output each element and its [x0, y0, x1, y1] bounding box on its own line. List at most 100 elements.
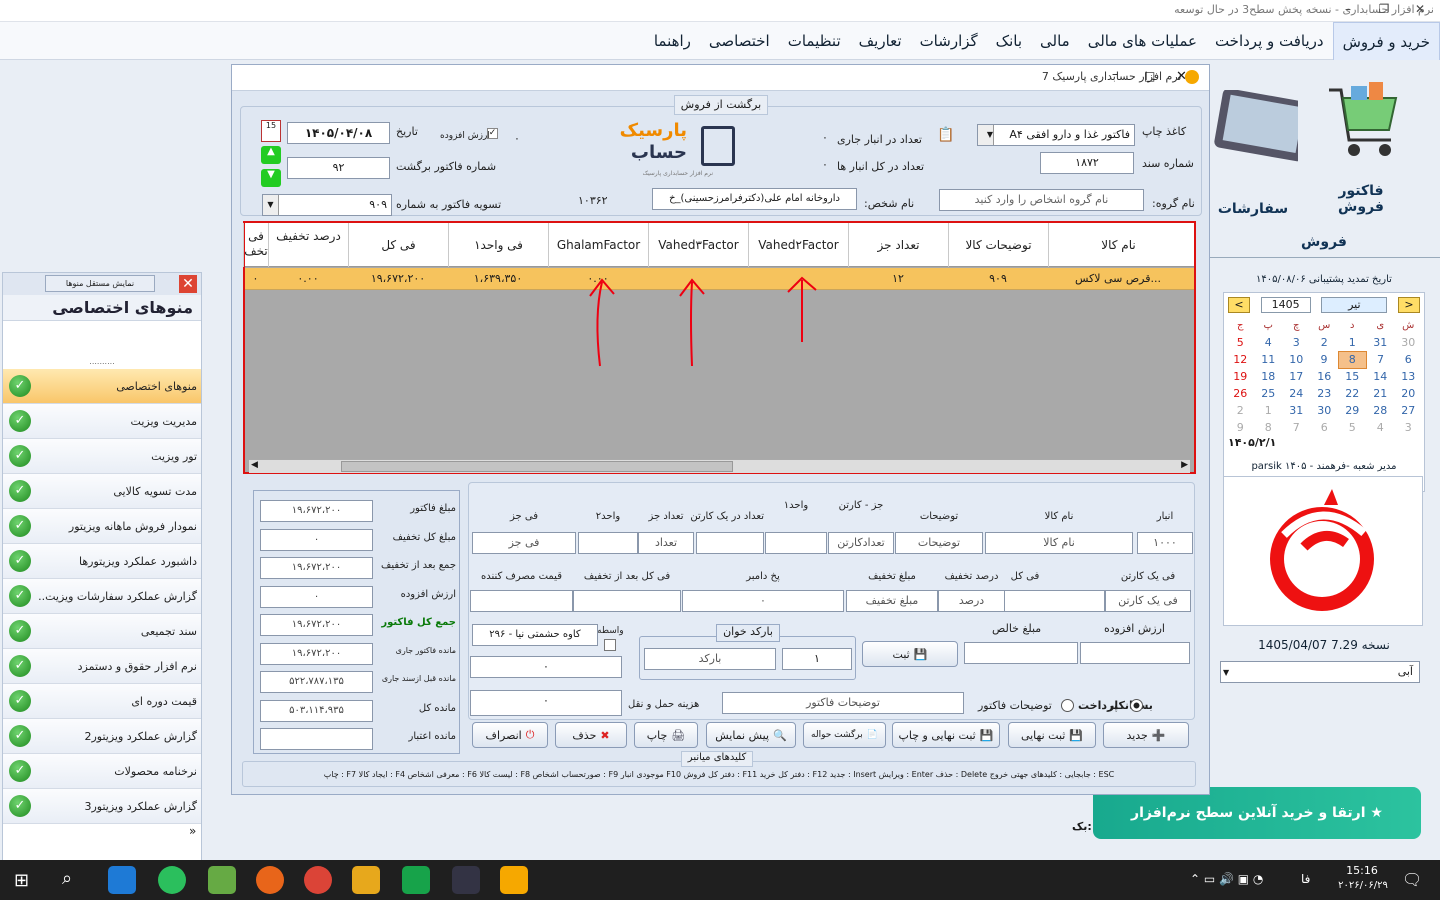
calendar-day[interactable]: 9 — [1310, 351, 1338, 368]
broker-select[interactable]: کاوه حشمتی نیا - ۲۹۶ — [472, 624, 598, 646]
calendar-day[interactable]: 22 — [1338, 385, 1366, 402]
show-menus-button[interactable]: نمایش مستقل منوها — [45, 275, 155, 292]
sidebar-item[interactable]: گزارش عملکرد سفارشات ویزیت... ✓ — [3, 579, 201, 614]
entry-field[interactable]: مبلغ تخفیف — [846, 590, 938, 612]
menu-item-1[interactable]: دریافت و پرداخت — [1206, 22, 1333, 60]
calendar-day[interactable]: 5 — [1338, 419, 1366, 436]
maximize-icon[interactable]: □ — [1144, 69, 1155, 83]
calendar-day[interactable]: 11 — [1254, 351, 1282, 368]
app2-icon[interactable] — [452, 866, 480, 894]
windows-start-icon[interactable]: ⊞ — [14, 870, 29, 891]
entry-field[interactable]: درصد — [938, 590, 1005, 612]
sidebar-item[interactable]: نمودار فروش ماهانه ویزیتور ✓ — [3, 509, 201, 544]
calendar-day[interactable]: 12 — [1226, 351, 1254, 368]
menu-item-5[interactable]: گزارشات — [911, 22, 987, 60]
sidebar-item[interactable]: گزارش عملکرد ویزیتور2 ✓ — [3, 719, 201, 754]
entry-field[interactable]: ۰ — [682, 590, 844, 612]
action-button-6[interactable]: حذف ✖ — [555, 722, 627, 748]
entry-field[interactable] — [470, 590, 573, 612]
column-header[interactable]: Vahed۳Factor — [648, 223, 748, 267]
theme-select[interactable]: آبی ▼ — [1220, 661, 1420, 683]
horizontal-scrollbar[interactable]: ◀ ▶ — [249, 459, 1190, 473]
barcode-input[interactable]: بارکد — [644, 648, 776, 670]
down-arrow-icon[interactable]: ▼ — [261, 169, 281, 187]
column-header[interactable]: فی تخف — [243, 223, 268, 267]
lang-indicator[interactable]: فا — [1301, 872, 1310, 886]
paper-select[interactable]: A۴ فاکتور غذا و دارو افقی ▼ — [977, 124, 1135, 146]
entry-field[interactable] — [696, 532, 764, 554]
entry-field[interactable]: نام کالا — [985, 532, 1133, 554]
notification-icon[interactable]: 🗨 — [1402, 870, 1422, 889]
calendar-day[interactable]: 28 — [1366, 402, 1394, 419]
column-header[interactable]: تعداد جز — [848, 223, 948, 267]
close-icon[interactable]: ✕ — [179, 275, 197, 293]
sidebar-item[interactable]: داشبورد عملکرد ویزیتورها ✓ — [3, 544, 201, 579]
menu-item-3[interactable]: مالی — [1031, 22, 1079, 60]
calendar-day[interactable]: 25 — [1254, 385, 1282, 402]
firefox-icon[interactable] — [256, 866, 284, 894]
sidebar-item[interactable]: گزارش عملکرد ویزیتور3 ✓ — [3, 789, 201, 824]
calendar-day[interactable]: 3 — [1282, 334, 1310, 351]
orders-tile[interactable]: سفارشات ویز — [1208, 90, 1298, 220]
prev-icon[interactable]: < — [1228, 297, 1250, 313]
action-button-7[interactable]: انصراف ⏻ — [472, 722, 548, 748]
calendar-day[interactable]: 18 — [1254, 368, 1282, 385]
calendar-day[interactable]: 6 — [1394, 351, 1422, 368]
calendar-day[interactable]: 29 — [1338, 402, 1366, 419]
calendar-day[interactable]: 19 — [1226, 368, 1254, 385]
menu-item-2[interactable]: عملیات های مالی — [1079, 22, 1206, 60]
calendar-day[interactable]: 21 — [1366, 385, 1394, 402]
calendar-year[interactable]: 1405 — [1260, 297, 1311, 313]
calendar-day[interactable]: 2 — [1310, 334, 1338, 351]
calendar-day[interactable]: 3 — [1394, 419, 1422, 436]
entry-field[interactable] — [578, 532, 638, 554]
edge-icon[interactable] — [108, 866, 136, 894]
close-icon[interactable]: ✕ — [1176, 69, 1187, 84]
calendar-icon[interactable]: 15 — [261, 120, 281, 142]
doc-no-field[interactable]: ۱۸۷۲ — [1040, 152, 1134, 174]
invoice-desc-input[interactable]: توضیحات فاکتور — [722, 692, 964, 714]
whatsapp-icon[interactable] — [158, 866, 186, 894]
payment-radio[interactable] — [1061, 699, 1074, 712]
broker-zero-field[interactable]: ۰ — [470, 656, 622, 678]
menu-item-4[interactable]: بانک — [987, 22, 1031, 60]
minimize-icon[interactable]: – — [1330, 0, 1366, 20]
column-header[interactable]: فی کل — [348, 223, 448, 267]
sidebar-item[interactable]: سند تجمیعی ✓ — [3, 614, 201, 649]
calendar-day[interactable]: 1 — [1338, 334, 1366, 351]
table-cell[interactable]: ۰ — [243, 268, 268, 290]
column-header[interactable]: فی واحد۱ — [448, 223, 548, 267]
calendar-day[interactable]: 8 — [1254, 419, 1282, 436]
action-button-0[interactable]: جدید ➕ — [1103, 722, 1189, 748]
scroll-right-icon[interactable]: ▶ — [1181, 460, 1188, 470]
calendar-day[interactable]: 4 — [1254, 334, 1282, 351]
calendar-day[interactable]: 10 — [1282, 351, 1310, 368]
calendar-day[interactable]: 24 — [1282, 385, 1310, 402]
search-icon[interactable]: ⌕ — [62, 868, 72, 889]
action-button-5[interactable]: چاپ 🖨 — [634, 722, 698, 748]
calendar-day[interactable]: 27 — [1394, 402, 1422, 419]
calendar-day[interactable]: 30 — [1310, 402, 1338, 419]
table-cell[interactable]: ۱۹،۶۷۲،۲۰۰ — [348, 268, 448, 290]
calendar-day[interactable]: 5 — [1226, 334, 1254, 351]
close-icon[interactable]: ✕ — [1402, 0, 1438, 20]
calendar-day[interactable]: 13 — [1394, 368, 1422, 385]
entry-field[interactable]: فی جز — [472, 532, 576, 554]
calendar-day[interactable]: 31 — [1282, 402, 1310, 419]
chrome-icon[interactable] — [304, 866, 332, 894]
sales-invoice-tile[interactable]: فاکتور فروش — [1316, 70, 1406, 220]
save-button[interactable]: ثبت 💾 — [862, 641, 958, 667]
up-arrow-icon[interactable]: ▲ — [261, 146, 281, 164]
sidebar-item[interactable]: قیمت دوره ای ✓ — [3, 684, 201, 719]
calendar-day[interactable]: 2 — [1226, 402, 1254, 419]
table-cell[interactable]: ۰.۰۰ — [268, 268, 348, 290]
date-field[interactable]: ۱۴۰۵/۰۴/۰۸ — [287, 122, 390, 144]
broker-checkbox[interactable] — [604, 639, 616, 651]
shield-icon[interactable] — [402, 866, 430, 894]
sidebar-item[interactable]: نرخنامه محصولات ✓ — [3, 754, 201, 789]
maximize-icon[interactable]: ❐ — [1366, 0, 1402, 20]
calendar-day[interactable]: 16 — [1310, 368, 1338, 385]
sidebar-item[interactable]: منوهای اختصاصی ✓ — [3, 369, 201, 404]
creditor-radio[interactable] — [1130, 699, 1143, 712]
shipping-field[interactable]: ۰ — [470, 690, 622, 716]
